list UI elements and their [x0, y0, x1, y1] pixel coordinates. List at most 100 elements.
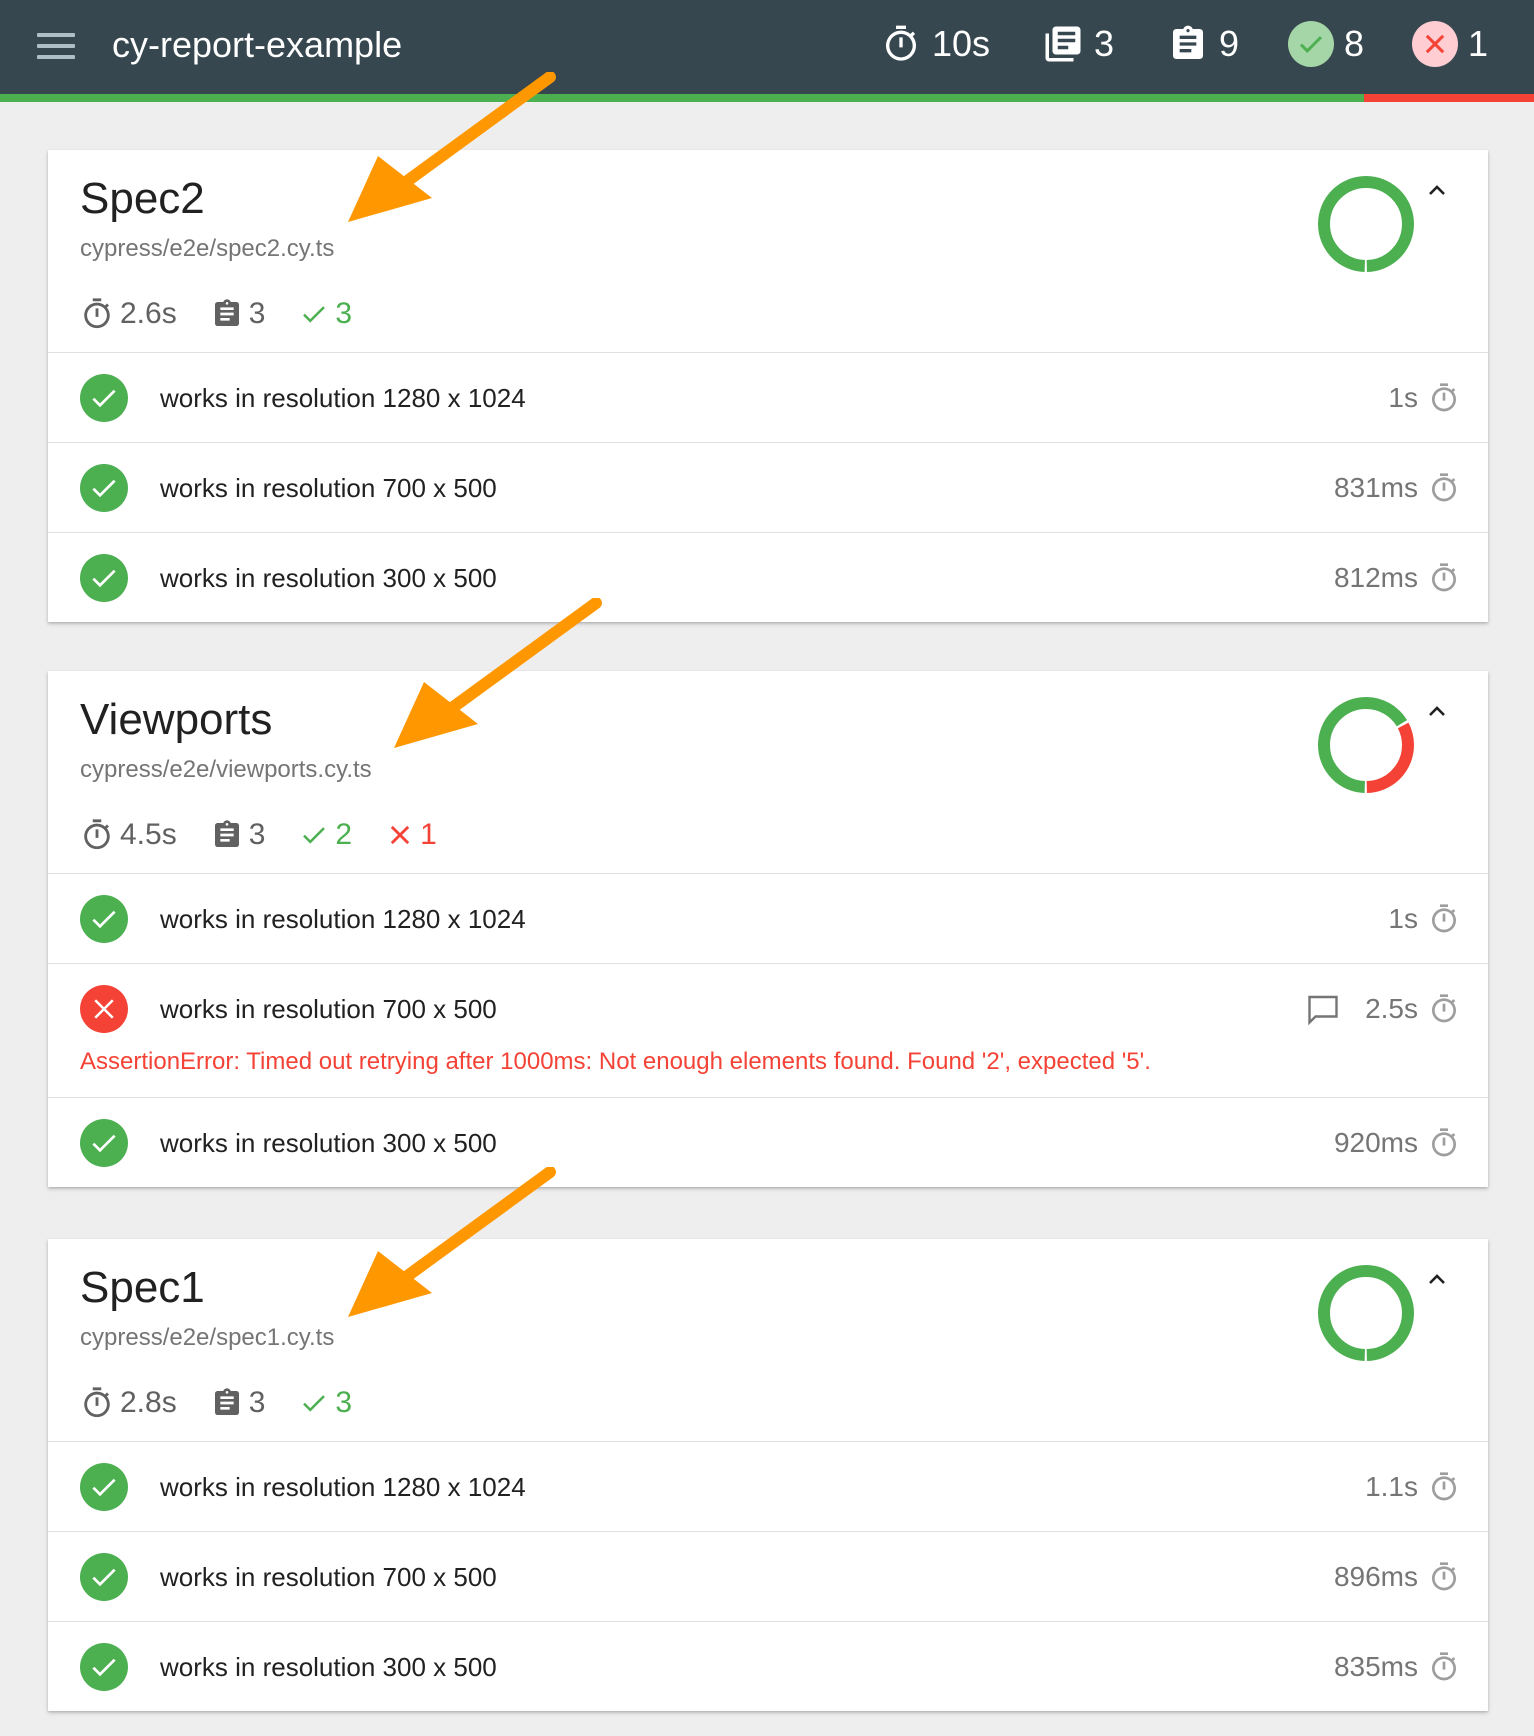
test-row[interactable]: works in resolution 1280 x 1024 1.1s: [48, 1442, 1488, 1532]
clipboard-icon: [1167, 23, 1209, 65]
test-row[interactable]: works in resolution 700 x 500 896ms: [48, 1532, 1488, 1622]
donut-pass-arc: [1318, 1265, 1414, 1361]
test-row[interactable]: works in resolution 1280 x 1024 1s: [48, 353, 1488, 443]
summary-tests: 3: [211, 818, 265, 852]
pass-rate-donut-chart: [1316, 695, 1416, 795]
stopwatch-icon: [1428, 1127, 1460, 1159]
tests-count: 9: [1219, 23, 1240, 64]
summary-failures: 1: [386, 818, 437, 852]
stopwatch-icon: [1428, 993, 1460, 1025]
summary-failures-count: 1: [420, 818, 437, 851]
progress-pass-segment: [0, 94, 1364, 102]
suites-stat: 3: [1042, 18, 1114, 70]
summary-passes: 2: [299, 818, 352, 852]
suites-count: 3: [1094, 23, 1115, 64]
spec-summary: 2.6s 3 3: [80, 292, 386, 336]
failures-count: 1: [1468, 23, 1489, 64]
test-duration: 835ms: [1334, 1647, 1460, 1687]
summary-passes-count: 3: [335, 1386, 353, 1419]
chevron-up-icon[interactable]: [1420, 695, 1454, 729]
test-duration-value: 1s: [1388, 382, 1418, 413]
stopwatch-icon: [1428, 903, 1460, 935]
spec-title: Spec2: [80, 174, 205, 223]
clipboard-icon: [211, 819, 243, 851]
progress-fail-segment: [1363, 94, 1534, 102]
summary-tests: 3: [211, 297, 265, 331]
stopwatch-icon: [1428, 472, 1460, 504]
stopwatch-icon: [880, 23, 922, 65]
stopwatch-icon: [1428, 382, 1460, 414]
spec-file-path: cypress/e2e/spec2.cy.ts: [80, 235, 335, 262]
chevron-up-icon[interactable]: [1420, 1263, 1454, 1297]
test-passed-icon: [80, 895, 128, 943]
test-row[interactable]: works in resolution 300 x 500 920ms: [48, 1098, 1488, 1187]
summary-passes-count: 2: [335, 818, 353, 851]
chevron-up-icon[interactable]: [1420, 174, 1454, 208]
pass-fail-progress-bar: [0, 94, 1534, 102]
test-passed-icon: [80, 1119, 128, 1167]
total-duration-value: 10s: [932, 23, 991, 64]
summary-duration: 2.8s: [80, 1386, 177, 1420]
test-row[interactable]: works in resolution 300 x 500 812ms: [48, 533, 1488, 622]
spec-file-path: cypress/e2e/spec1.cy.ts: [80, 1324, 335, 1351]
test-row[interactable]: works in resolution 1280 x 1024 1s: [48, 874, 1488, 964]
test-row[interactable]: works in resolution 700 x 500 831ms: [48, 443, 1488, 533]
close-icon: [386, 821, 414, 849]
test-duration-value: 835ms: [1333, 1651, 1418, 1682]
arrow-icon: [394, 598, 602, 748]
spec-title: Viewports: [80, 695, 273, 744]
test-title: works in resolution 700 x 500: [160, 994, 497, 1024]
test-passed-icon: [80, 1463, 128, 1511]
test-duration: 1s: [1388, 899, 1460, 939]
spec-title: Spec1: [80, 1263, 205, 1312]
spec-file-path: cypress/e2e/viewports.cy.ts: [80, 756, 372, 783]
clipboard-icon: [211, 298, 243, 330]
comment-icon[interactable]: [1305, 991, 1341, 1027]
spec-card: Spec2 cypress/e2e/spec2.cy.ts 2.6s 3 3 w…: [48, 150, 1488, 622]
total-duration-stat: 10s: [880, 18, 990, 70]
stopwatch-icon: [1428, 1471, 1460, 1503]
passes-stat[interactable]: 8: [1288, 18, 1364, 70]
test-duration: 1s: [1388, 378, 1460, 418]
check-icon: [299, 820, 329, 850]
spec-header: Spec2 cypress/e2e/spec2.cy.ts 2.6s 3 3: [48, 150, 1488, 353]
passes-count: 8: [1344, 23, 1365, 64]
test-title: works in resolution 300 x 500: [160, 1128, 497, 1158]
spec-header: Spec1 cypress/e2e/spec1.cy.ts 2.8s 3 3: [48, 1239, 1488, 1442]
test-duration: 812ms: [1334, 558, 1460, 598]
test-duration: 1.1s: [1365, 1467, 1460, 1507]
stopwatch-icon: [80, 297, 114, 331]
spec-header: Viewports cypress/e2e/viewports.cy.ts 4.…: [48, 671, 1488, 874]
test-title: works in resolution 700 x 500: [160, 1562, 497, 1592]
spec-card: Spec1 cypress/e2e/spec1.cy.ts 2.8s 3 3 w…: [48, 1239, 1488, 1711]
test-duration-value: 896ms: [1333, 1561, 1418, 1592]
stopwatch-icon: [1428, 1561, 1460, 1593]
spec-summary: 4.5s 3 2 1: [80, 813, 471, 857]
summary-duration-value: 2.8s: [120, 1386, 177, 1419]
test-duration-value: 1s: [1388, 903, 1418, 934]
test-duration-value: 831ms: [1333, 472, 1418, 503]
failures-stat[interactable]: 1: [1412, 18, 1488, 70]
stopwatch-icon: [1428, 562, 1460, 594]
test-row[interactable]: works in resolution 300 x 500 835ms: [48, 1622, 1488, 1711]
summary-tests-count: 3: [248, 1386, 266, 1419]
test-passed-icon: [80, 554, 128, 602]
test-title: works in resolution 700 x 500: [160, 473, 497, 503]
stopwatch-icon: [1428, 1651, 1460, 1683]
test-title: works in resolution 1280 x 1024: [160, 904, 526, 934]
arrow-icon: [348, 72, 556, 222]
pass-rate-donut-chart: [1316, 174, 1416, 274]
test-duration: 920ms: [1334, 1123, 1460, 1163]
summary-duration-value: 2.6s: [120, 297, 177, 330]
spec-card: Viewports cypress/e2e/viewports.cy.ts 4.…: [48, 671, 1488, 1187]
report-title: cy-report-example: [112, 24, 403, 65]
hamburger-menu-icon[interactable]: [37, 33, 75, 59]
test-row[interactable]: works in resolution 700 x 500 2.5s Asser…: [48, 964, 1488, 1098]
test-passed-icon: [80, 1643, 128, 1691]
library-books-icon: [1042, 23, 1084, 65]
stopwatch-icon: [80, 1386, 114, 1420]
arrow-icon: [348, 1167, 556, 1317]
test-duration-value: 812ms: [1333, 562, 1418, 593]
top-navbar: cy-report-example 10s 3 9 8 1: [0, 0, 1534, 94]
test-duration: 831ms: [1334, 468, 1460, 508]
